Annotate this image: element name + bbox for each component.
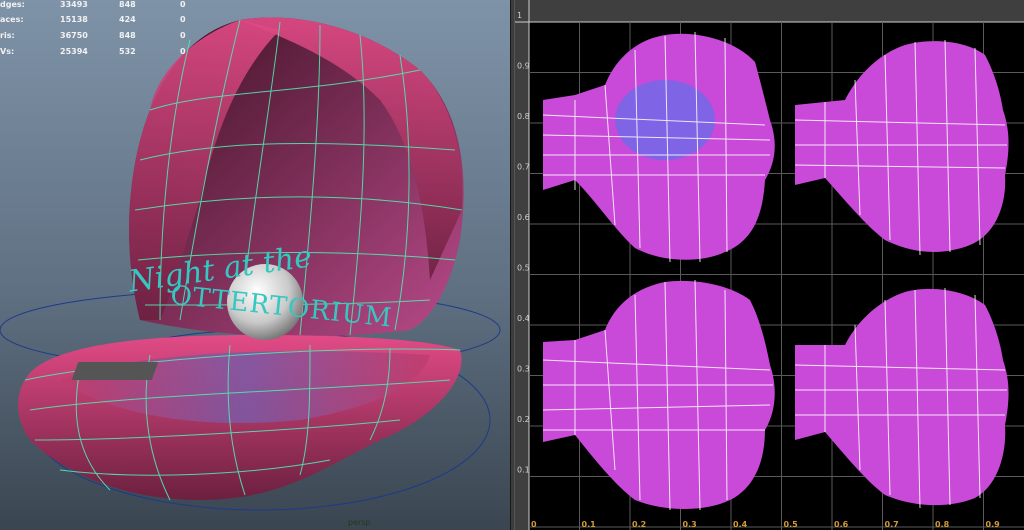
u-tick-label: 0.9: [986, 520, 1001, 529]
v-tick-label: 0.9: [517, 62, 530, 71]
u-tick-label: 0.2: [632, 520, 646, 529]
v-tick-label: 0.4: [517, 314, 530, 323]
v-tick-labels: 1 0.9 0.8 0.7 0.6 0.5 0.4 0.3 0.2 0.1: [517, 11, 530, 475]
checker-patch: [71, 362, 159, 380]
u-tick-label: 0.5: [784, 520, 799, 529]
lower-shell-mesh[interactable]: [18, 335, 462, 501]
uv-texture-editor[interactable]: 0 0.1 0.2 0.3 0.4 0.5 0.6 0.7 0.8 0.9 1 0.9 0.8 0.7 0…: [515, 0, 1024, 530]
hud-value: 848: [119, 0, 136, 9]
hud-value: 424: [119, 15, 136, 24]
v-tick-label: 0.7: [517, 163, 530, 172]
u-tick-label: 0.3: [683, 520, 697, 529]
camera-label: persp: [348, 518, 371, 527]
hud-label: Vs:: [0, 47, 15, 56]
v-tick-label: 0.2: [517, 415, 530, 424]
u-tick-label: 0.7: [885, 520, 899, 529]
v-tick-label: 0.6: [517, 213, 530, 222]
u-tick-label: 0: [531, 520, 537, 529]
hud-value: 848: [119, 31, 136, 40]
perspective-viewport[interactable]: Night at the OTTERTORIUM dges: 33493 848…: [0, 0, 510, 530]
hud-value: 33493: [60, 0, 88, 9]
u-tick-label: 0.8: [935, 520, 950, 529]
hud-value: 0: [180, 31, 186, 40]
hud-value: 532: [119, 47, 136, 56]
u-tick-label: 0.1: [582, 520, 597, 529]
hud-label: aces:: [0, 15, 24, 24]
hud-value: 25394: [60, 47, 88, 56]
hud-label: dges:: [0, 0, 25, 9]
hud-value: 0: [180, 0, 186, 9]
hud-label: ris:: [0, 31, 15, 40]
hud-value: 0: [180, 47, 186, 56]
u-tick-label: 0.6: [834, 520, 849, 529]
hud-value: 0: [180, 15, 186, 24]
v-tick-label: 0.8: [517, 112, 530, 121]
hud-value: 15138: [60, 15, 88, 24]
v-tick-label: 1: [517, 11, 522, 20]
u-tick-label: 0.4: [733, 520, 748, 529]
v-tick-label: 0.3: [517, 365, 530, 374]
hud-value: 36750: [60, 31, 88, 40]
v-tick-label: 0.5: [517, 264, 530, 273]
v-tick-label: 0.1: [517, 466, 530, 475]
